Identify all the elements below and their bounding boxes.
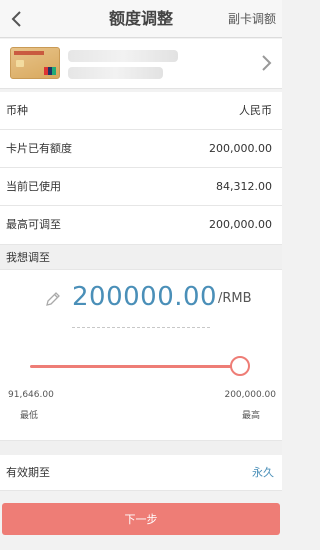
card-selector[interactable] (0, 39, 282, 89)
amount-underline (72, 327, 210, 328)
section-title-adjust-to: 我想调至 (0, 245, 282, 270)
card-info-list: 币种 人民币 卡片已有额度 200,000.00 当前已使用 84,312.00… (0, 92, 282, 245)
row-value: 200,000.00 (209, 142, 272, 155)
pencil-icon[interactable] (44, 290, 62, 308)
row-label: 最高可调至 (6, 218, 61, 231)
chevron-right-icon (262, 55, 272, 71)
slider-track[interactable] (30, 365, 240, 368)
row-value: 200,000.00 (209, 218, 272, 231)
validity-row[interactable]: 有效期至 永久 (0, 455, 282, 491)
section-divider (0, 440, 282, 455)
amount-input[interactable]: 200000.00 (72, 282, 217, 312)
row-value: 84,312.00 (216, 180, 272, 193)
supplementary-card-adjust-link[interactable]: 副卡调额 (228, 0, 276, 38)
slider-min-value: 91,646.00 (8, 390, 54, 400)
currency-unit: /RMB (218, 291, 252, 306)
row-used: 当前已使用 84,312.00 (0, 168, 282, 206)
slider-min-label: 最低 (20, 411, 39, 421)
slider-thumb[interactable] (230, 356, 250, 376)
row-max-adjustable: 最高可调至 200,000.00 (0, 206, 282, 245)
row-currency: 币种 人民币 (0, 92, 282, 130)
row-label: 卡片已有额度 (6, 142, 72, 155)
next-step-button[interactable]: 下一步 (2, 503, 280, 535)
validity-label: 有效期至 (6, 466, 50, 479)
row-label: 当前已使用 (6, 180, 61, 193)
row-value: 人民币 (239, 104, 272, 117)
row-label: 币种 (6, 104, 28, 117)
card-number-blurred (68, 67, 163, 79)
slider-max-value: 200,000.00 (224, 390, 276, 400)
slider-max-label: 最高 (241, 411, 260, 421)
validity-value[interactable]: 永久 (252, 455, 274, 491)
bank-card-image (10, 47, 60, 79)
amount-adjust-panel: 200000.00 /RMB 91,646.00 最低 200,000.00 最… (0, 270, 282, 440)
card-info-blurred (68, 50, 178, 62)
top-nav-bar: 额度调整 副卡调额 (0, 0, 282, 38)
row-current-limit: 卡片已有额度 200,000.00 (0, 130, 282, 168)
